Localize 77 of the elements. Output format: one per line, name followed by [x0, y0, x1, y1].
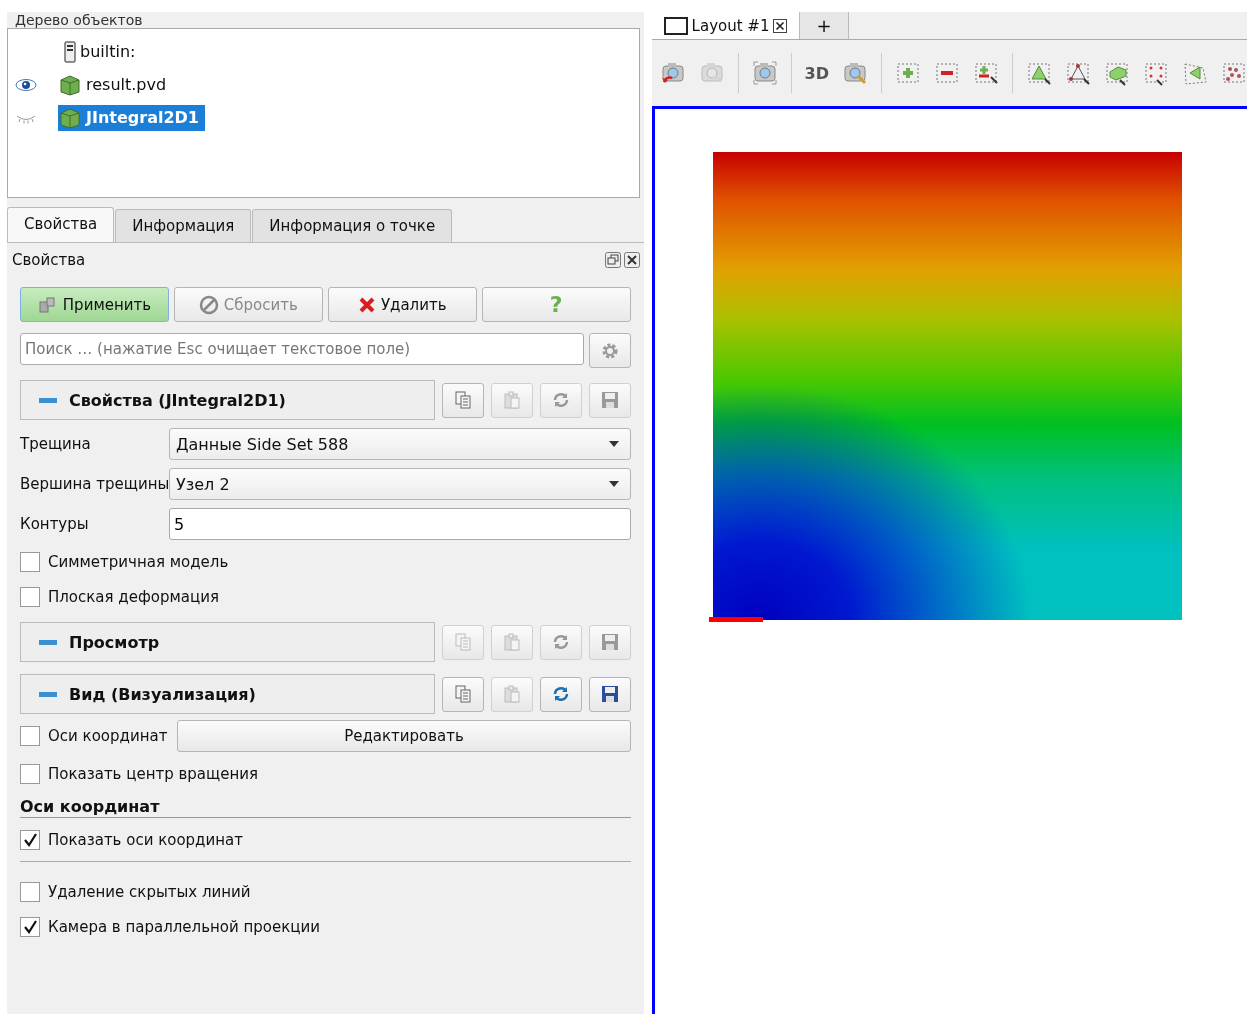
checkmark-icon	[23, 919, 37, 934]
checkbox[interactable]: Оси координат	[20, 726, 168, 746]
dropdown[interactable]: Данные Side Set 588	[169, 428, 631, 460]
copy-icon	[452, 390, 473, 410]
select-points-icon[interactable]	[1065, 60, 1091, 86]
section-header[interactable]: Вид (Визуализация)	[20, 674, 435, 714]
paste-icon	[501, 684, 522, 704]
cube-icon	[58, 73, 82, 96]
tab[interactable]: Свойства	[7, 207, 115, 242]
close-icon[interactable]	[623, 252, 640, 268]
no-sign-icon	[198, 294, 219, 315]
refresh-button[interactable]	[539, 382, 582, 418]
restore-icon[interactable]	[604, 252, 621, 268]
field-label: Вершина трещины	[20, 475, 169, 493]
field-label: Контуры	[20, 515, 90, 533]
reset-camera-icon[interactable]	[659, 60, 686, 86]
checkbox[interactable]: Камера в параллельной проекции	[20, 916, 321, 937]
tab[interactable]: Информация	[115, 209, 252, 242]
caret-icon	[607, 480, 620, 488]
refresh-button[interactable]	[539, 676, 582, 712]
checkbox[interactable]: Удаление скрытых линий	[20, 881, 251, 902]
group-title: Оси координат	[20, 797, 631, 818]
search-field[interactable]: Поиск … (нажатие Esc очищает текстовое поле)	[20, 333, 584, 365]
camera-icon[interactable]	[751, 60, 778, 86]
cube-icon	[58, 106, 82, 129]
zoom-camera-icon[interactable]	[842, 60, 868, 86]
server-icon	[64, 40, 76, 63]
copy-icon	[452, 684, 473, 704]
paste-button[interactable]	[490, 382, 533, 418]
select-cells-icon[interactable]	[1026, 60, 1052, 86]
checkbox[interactable]: Плоская деформация	[20, 586, 219, 607]
paste-icon	[501, 390, 522, 410]
select-frustum-icon[interactable]	[1104, 60, 1130, 86]
select-add-icon[interactable]	[895, 60, 921, 86]
apply-icon	[37, 295, 58, 314]
copy-button[interactable]	[441, 382, 484, 418]
copy-button[interactable]	[441, 676, 484, 712]
cross-icon	[357, 295, 376, 314]
checkmark-icon	[23, 832, 37, 847]
tree-item[interactable]: result.pvd	[58, 71, 173, 98]
eye-icon[interactable]	[15, 77, 37, 92]
delete-button[interactable]: Удалить	[327, 287, 477, 322]
tree-item[interactable]: builtin:	[58, 38, 142, 65]
collapse-icon[interactable]	[39, 639, 57, 645]
panel-title: Дерево объектов	[15, 12, 143, 28]
collapse-icon[interactable]	[39, 397, 57, 403]
refresh-button[interactable]	[539, 624, 582, 660]
select-frustum-points-icon[interactable]	[1143, 60, 1169, 86]
close-icon[interactable]	[773, 18, 788, 33]
paste-icon	[501, 632, 522, 652]
dropdown[interactable]: Узел 2	[169, 468, 631, 500]
checkbox[interactable]: Симметричная модель	[20, 551, 229, 572]
select-toggle-icon[interactable]	[973, 60, 999, 86]
checkbox[interactable]: Показать оси координат	[20, 829, 243, 850]
field-label: Трещина	[20, 435, 92, 453]
select-block-icon[interactable]	[1221, 60, 1247, 86]
edit-button[interactable]: Редактировать	[177, 720, 631, 752]
panel-title: Свойства	[12, 251, 86, 269]
select-remove-icon[interactable]	[934, 60, 960, 86]
tree-item[interactable]: JIntegral2D1	[58, 104, 205, 131]
collapse-icon[interactable]	[39, 691, 57, 697]
layout-tab[interactable]: +	[800, 12, 849, 39]
settings-button[interactable]	[588, 333, 631, 368]
paste-button[interactable]	[490, 676, 533, 712]
section-header[interactable]: Свойства (JIntegral2D1)	[20, 380, 435, 420]
checkbox[interactable]: Показать центр вращения	[20, 763, 258, 784]
paste-button[interactable]	[490, 624, 533, 660]
input-field[interactable]: 5	[169, 508, 631, 540]
floppy-disk-button[interactable]	[588, 676, 631, 712]
apply-button[interactable]: Применить	[20, 287, 169, 322]
3d-toggle-button[interactable]: 3D	[804, 63, 829, 83]
select-polygon-icon[interactable]	[1182, 60, 1208, 86]
tab[interactable]: Информация о точке	[252, 209, 453, 242]
copy-icon	[452, 632, 473, 652]
section-header[interactable]: Просмотр	[20, 622, 435, 662]
frame-icon	[663, 16, 688, 35]
caret-icon	[607, 440, 620, 448]
